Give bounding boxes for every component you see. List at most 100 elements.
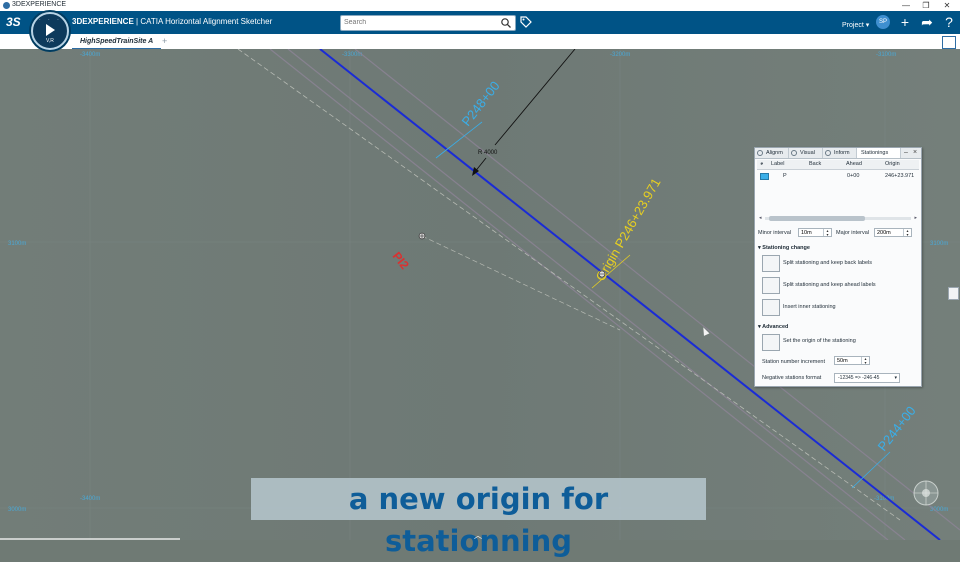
- major-interval-input[interactable]: [877, 229, 905, 236]
- compass-label: V,R: [46, 38, 54, 44]
- col-ahead: Ahead: [846, 161, 862, 167]
- project-selector[interactable]: Project ▾: [842, 21, 869, 29]
- grid-label-left-2: 3000m: [8, 507, 26, 513]
- tab-visual[interactable]: Visual: [789, 148, 823, 158]
- negative-format-value: -12345 => -246-45: [838, 375, 880, 381]
- row-origin: 246+23.971: [885, 173, 915, 179]
- stepper-arrows-icon[interactable]: ▴ ▾: [903, 229, 911, 236]
- panel-close-icon[interactable]: ×: [913, 148, 917, 158]
- insert-inner-action[interactable]: Insert inner stationing: [762, 299, 912, 317]
- grid-label-bottom-1: -3400m: [80, 496, 100, 502]
- minor-interval-input[interactable]: [801, 229, 825, 236]
- stationing-change-title: Stationing change: [762, 245, 810, 251]
- caption-banner: a new origin for stationning: [251, 478, 706, 558]
- minimize-button[interactable]: —: [896, 0, 916, 11]
- info-icon: [825, 150, 831, 156]
- station-increment-label: Station number increment: [762, 359, 825, 365]
- split-ahead-icon[interactable]: [762, 277, 780, 294]
- add-icon[interactable]: +: [897, 14, 913, 30]
- tab-stationings[interactable]: Stationings: [857, 148, 901, 158]
- scroll-left-icon[interactable]: ◂: [759, 215, 762, 221]
- add-tab-button[interactable]: +: [162, 35, 167, 48]
- tab-visual-label: Visual: [800, 150, 815, 156]
- split-keep-ahead-action[interactable]: Split stationing and keep ahead labels: [762, 277, 912, 295]
- split-keep-back-label: Split stationing and keep back labels: [783, 260, 872, 266]
- row-label: P: [783, 173, 787, 179]
- col-origin: Origin: [885, 161, 900, 167]
- insert-inner-icon[interactable]: [762, 299, 780, 316]
- station-increment-input[interactable]: [837, 357, 863, 364]
- negative-format-label: Negative stations format: [762, 375, 822, 381]
- avatar[interactable]: SP: [876, 15, 890, 29]
- split-keep-back-action[interactable]: Split stationing and keep back labels: [762, 255, 912, 273]
- pi-marker[interactable]: [418, 232, 426, 240]
- tab-information[interactable]: Inform: [823, 148, 857, 158]
- alignment-icon: [757, 150, 763, 156]
- scroll-right-icon[interactable]: ▸: [914, 215, 917, 221]
- station-increment-stepper[interactable]: ▴▾: [834, 356, 870, 365]
- window-title: 3DEXPERIENCE: [12, 1, 67, 8]
- major-interval-stepper[interactable]: ▴▾: [874, 228, 912, 237]
- row-ahead: 0+00: [847, 173, 860, 179]
- stationing-change-section[interactable]: ▾ Stationing change: [758, 245, 810, 251]
- help-icon[interactable]: ?: [941, 14, 957, 30]
- tag-icon[interactable]: [519, 15, 533, 29]
- app-icon: [3, 2, 10, 9]
- stepper-arrows-icon[interactable]: ▴ ▾: [823, 229, 831, 236]
- maximize-button[interactable]: ❐: [916, 0, 936, 11]
- radius-label: R 4000: [478, 150, 498, 156]
- row-color-swatch[interactable]: [760, 173, 769, 180]
- grid-label-right-1: 3100m: [930, 241, 948, 247]
- tab-alignment-label: Alignm: [766, 150, 783, 156]
- app-name: | CATIA Horizontal Alignment Sketcher: [133, 17, 273, 26]
- search-box: [340, 15, 516, 31]
- grid-label-top-3: -3200m: [610, 52, 630, 58]
- grid-label-top-1: -3400m: [80, 52, 100, 58]
- share-icon[interactable]: ➦: [919, 14, 935, 30]
- tab-information-label: Inform: [834, 150, 850, 156]
- table-row[interactable]: P 0+00 246+23.971: [757, 171, 919, 181]
- set-origin-action[interactable]: Set the origin of the stationing: [762, 334, 912, 352]
- major-interval-label: Major interval: [836, 230, 870, 236]
- panel-minimize-icon[interactable]: –: [904, 148, 908, 158]
- close-button[interactable]: ✕: [937, 0, 957, 11]
- col-back: Back: [809, 161, 822, 167]
- minor-interval-stepper[interactable]: ▴▾: [798, 228, 832, 237]
- play-icon: [46, 24, 55, 36]
- panel-tab-strip: Alignm Visual Inform Stationings – ×: [755, 148, 921, 159]
- split-keep-ahead-label: Split stationing and keep ahead labels: [783, 282, 876, 288]
- chevron-up-icon[interactable]: ︿: [474, 530, 482, 541]
- table-scrollbar[interactable]: ◂ ▸: [759, 215, 917, 221]
- stationing-table-header: ◕ Label Back Ahead Origin: [757, 160, 919, 170]
- minor-interval-label: Minor interval: [758, 230, 792, 236]
- view-compass-icon[interactable]: [913, 480, 939, 506]
- app-header: 3S 3DEXPERIENCE | CATIA Horizontal Align…: [0, 11, 960, 34]
- compass-quadrants: · · ·: [39, 17, 62, 23]
- grid-label-left-1: 3100m: [8, 241, 26, 247]
- brand-name: 3DEXPERIENCE: [72, 17, 134, 26]
- compass-widget[interactable]: · · · V,R: [31, 12, 69, 50]
- fullscreen-icon[interactable]: [942, 36, 956, 49]
- tab-document[interactable]: HighSpeedTrainSite A: [72, 35, 162, 50]
- project-label: Project: [842, 22, 864, 29]
- search-input[interactable]: [344, 17, 494, 28]
- visual-icon: [791, 150, 797, 156]
- advanced-section[interactable]: ▾ Advanced: [758, 324, 788, 330]
- set-origin-icon[interactable]: [762, 334, 780, 351]
- search-icon[interactable]: [500, 17, 512, 29]
- tab-stationings-label: Stationings: [861, 150, 889, 156]
- origin-marker[interactable]: [598, 270, 606, 278]
- stepper-arrows-icon[interactable]: ▴ ▾: [861, 357, 869, 364]
- app-title: 3DEXPERIENCE | CATIA Horizontal Alignmen…: [72, 17, 272, 26]
- negative-format-select[interactable]: -12345 => -246-45 ▾: [834, 373, 900, 383]
- set-origin-label: Set the origin of the stationing: [783, 338, 856, 344]
- document-tab-bar: HighSpeedTrainSite A +: [0, 34, 960, 50]
- color-column-icon: ◕: [760, 161, 764, 167]
- split-back-icon[interactable]: [762, 255, 780, 272]
- scrollbar-thumb[interactable]: [769, 216, 865, 221]
- ds-logo: 3S: [6, 15, 21, 29]
- tab-alignment[interactable]: Alignm: [755, 148, 789, 158]
- chevron-down-icon: ▾: [894, 375, 897, 381]
- insert-inner-label: Insert inner stationing: [783, 304, 836, 310]
- side-toolbar-toggle[interactable]: [948, 287, 959, 300]
